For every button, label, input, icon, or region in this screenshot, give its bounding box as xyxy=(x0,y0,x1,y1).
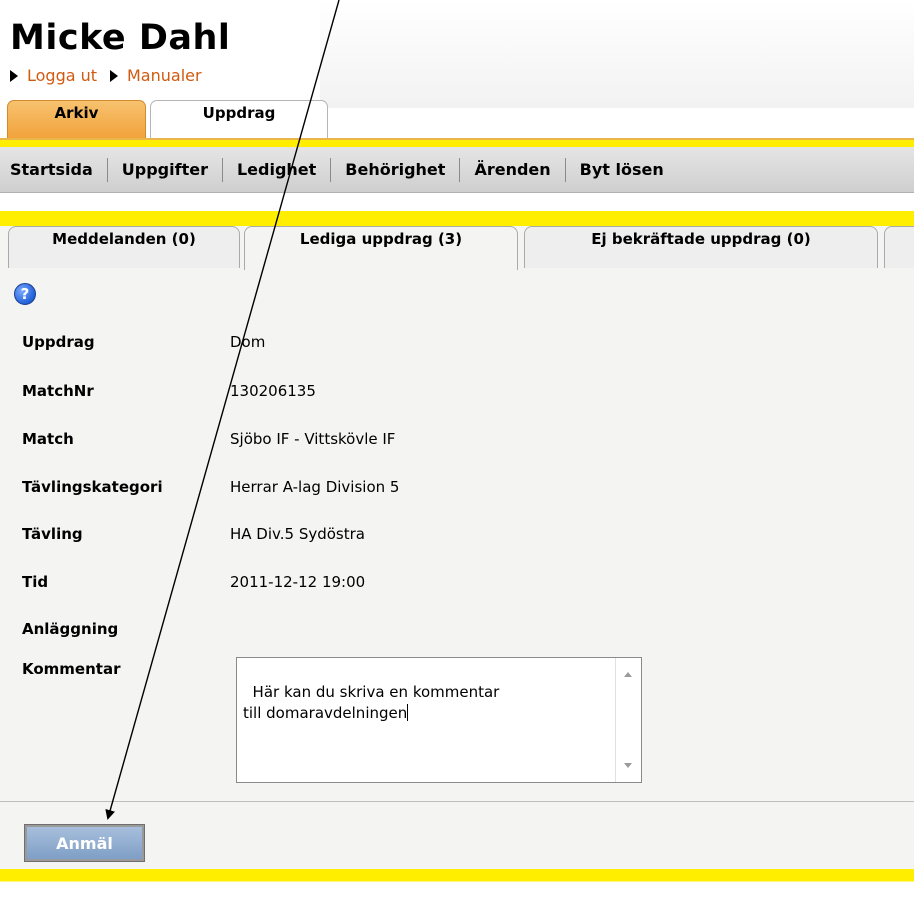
label-kommentar: Kommentar xyxy=(22,660,121,678)
label-matchnr: MatchNr xyxy=(22,382,94,400)
value-match: Sjöbo IF - Vittskövle IF xyxy=(230,430,396,448)
tab-more[interactable] xyxy=(884,226,914,268)
triangle-bullet-icon xyxy=(10,69,18,82)
submit-button[interactable]: Anmäl xyxy=(24,824,145,862)
user-name: Micke Dahl xyxy=(10,18,231,58)
divider xyxy=(0,801,914,802)
comment-textarea[interactable]: Här kan du skriva en kommentar till doma… xyxy=(236,657,642,783)
accent-bar-bottom xyxy=(0,869,914,897)
tab-ej-bekraftade-label: Ej bekräftade uppdrag (0) xyxy=(591,230,811,248)
tab-meddelanden[interactable]: Meddelanden (0) xyxy=(8,226,240,268)
logout-link-label: Logga ut xyxy=(27,66,98,85)
tab-lediga-uppdrag-label: Lediga uppdrag (3) xyxy=(299,230,463,248)
menu-item-ledighet[interactable]: Ledighet xyxy=(223,160,330,179)
value-tavlingskategori: Herrar A-lag Division 5 xyxy=(230,478,400,496)
tab-arkiv[interactable]: Arkiv xyxy=(7,100,146,138)
comment-scrollbar[interactable] xyxy=(615,658,641,782)
label-tavlingskategori: Tävlingskategori xyxy=(22,478,163,496)
accent-bar-mid xyxy=(0,193,914,226)
tab-uppdrag[interactable]: Uppdrag xyxy=(150,100,328,138)
tab-ej-bekraftade[interactable]: Ej bekräftade uppdrag (0) xyxy=(524,226,878,268)
manuals-link-label: Manualer xyxy=(127,66,202,85)
label-uppdrag: Uppdrag xyxy=(22,333,95,351)
menu-item-byt-losen[interactable]: Byt lösen xyxy=(566,160,678,179)
value-uppdrag: Dom xyxy=(230,333,266,351)
label-tavling: Tävling xyxy=(22,525,83,543)
manuals-link[interactable]: Manualer xyxy=(110,66,202,85)
scroll-down-icon[interactable] xyxy=(624,763,632,768)
menu-item-arenden[interactable]: Ärenden xyxy=(460,160,564,179)
label-match: Match xyxy=(22,430,74,448)
logout-link[interactable]: Logga ut xyxy=(10,66,97,85)
accent-bar xyxy=(0,138,914,147)
tab-lediga-uppdrag[interactable]: Lediga uppdrag (3) xyxy=(244,226,518,270)
label-anlaggning: Anläggning xyxy=(22,620,119,638)
menu-item-uppgifter[interactable]: Uppgifter xyxy=(108,160,222,179)
header-background xyxy=(320,0,914,108)
triangle-bullet-icon xyxy=(110,69,118,82)
tab-uppdrag-label: Uppdrag xyxy=(202,104,276,122)
tab-meddelanden-label: Meddelanden (0) xyxy=(52,230,196,248)
menu-bar: Startsida Uppgifter Ledighet Behörighet … xyxy=(0,147,914,193)
value-tavling: HA Div.5 Sydöstra xyxy=(230,525,365,543)
comment-text: Här kan du skriva en kommentar till doma… xyxy=(243,683,500,722)
value-tid: 2011-12-12 19:00 xyxy=(230,573,366,591)
label-tid: Tid xyxy=(22,573,49,591)
tab-arkiv-label: Arkiv xyxy=(54,104,99,122)
help-icon[interactable]: ? xyxy=(14,283,36,305)
value-matchnr: 130206135 xyxy=(230,382,316,400)
text-caret xyxy=(407,704,409,721)
scroll-up-icon[interactable] xyxy=(624,672,632,677)
menu-item-startsida[interactable]: Startsida xyxy=(0,160,107,179)
menu-item-behorighet[interactable]: Behörighet xyxy=(331,160,459,179)
